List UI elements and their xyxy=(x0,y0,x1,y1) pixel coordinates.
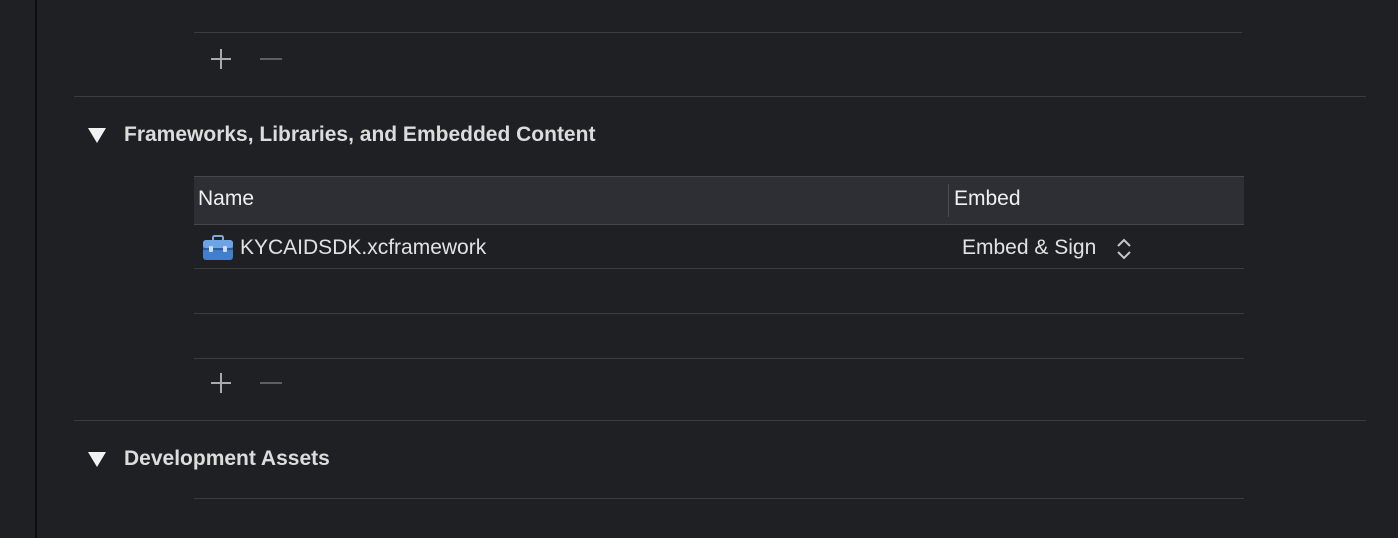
development-assets-section-title: Development Assets xyxy=(124,447,330,470)
frameworks-disclosure-toggle[interactable] xyxy=(87,126,107,146)
framework-name: KYCAIDSDK.xcframework xyxy=(240,236,487,259)
plus-icon xyxy=(211,49,231,69)
column-header-name[interactable]: Name xyxy=(198,187,254,211)
add-button[interactable] xyxy=(209,371,233,395)
table-top-border xyxy=(194,498,1244,499)
row-divider xyxy=(194,313,1244,314)
column-separator[interactable] xyxy=(948,184,949,217)
table-header: Name Embed xyxy=(194,177,1244,224)
plus-icon xyxy=(211,373,231,393)
remove-button[interactable] xyxy=(259,47,283,71)
section-divider xyxy=(74,420,1366,421)
build-phases-panel: Frameworks, Libraries, and Embedded Cont… xyxy=(0,0,1398,538)
embed-popup-button[interactable]: Embed & Sign xyxy=(962,236,1096,260)
add-button[interactable] xyxy=(209,47,233,71)
section-divider xyxy=(74,96,1366,97)
frameworks-section-title: Frameworks, Libraries, and Embedded Cont… xyxy=(124,123,596,146)
table-bottom-divider xyxy=(194,358,1244,359)
minus-icon xyxy=(260,58,282,60)
remove-button[interactable] xyxy=(259,371,283,395)
development-assets-disclosure-toggle[interactable] xyxy=(87,450,107,470)
table-bottom-divider xyxy=(194,32,1242,33)
row-divider xyxy=(194,268,1244,269)
up-down-chevron-icon[interactable] xyxy=(1115,236,1133,262)
sidebar-divider xyxy=(35,0,37,538)
disclosure-triangle-down-icon xyxy=(88,452,106,467)
toolbox-icon xyxy=(202,235,234,261)
disclosure-triangle-down-icon xyxy=(88,128,106,143)
column-header-embed[interactable]: Embed xyxy=(954,187,1021,211)
minus-icon xyxy=(260,382,282,384)
